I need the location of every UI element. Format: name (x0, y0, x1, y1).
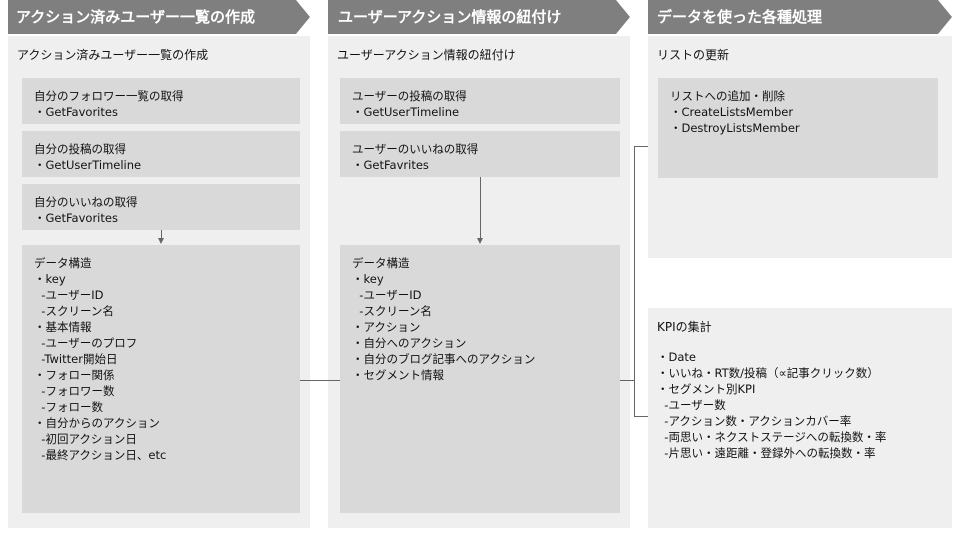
data-line: ・アクション (352, 320, 421, 334)
connector-to-kpi (634, 416, 648, 417)
data-line: ・key (352, 272, 384, 286)
connector-bracket (634, 146, 635, 416)
header-label-2: ユーザーアクション情報の紐付け (338, 8, 562, 26)
kpi-line: -ユーザー数 (657, 398, 726, 412)
list-panel-title: リストの更新 (657, 48, 730, 62)
kpi-line: ・Date (657, 350, 696, 364)
box-title: 自分のフォロワー一覧の取得 (34, 89, 184, 103)
box-user-likes: ユーザーのいいねの取得 ・GetFavrites (340, 131, 620, 177)
data-line: -ユーザーID (352, 288, 422, 302)
kpi-line: ・セグメント別KPI (657, 382, 756, 396)
data-line: ・フォロー関係 (34, 368, 115, 382)
column-1-title: アクション済みユーザー一覧の作成 (17, 48, 209, 62)
kpi-list: ・Date ・いいね・RT数/投稿（∝記事クリック数） ・セグメント別KPI -… (657, 349, 886, 461)
data-line: -スクリーン名 (34, 304, 114, 318)
box-title: データ構造 (352, 256, 410, 270)
box-title: 自分のいいねの取得 (34, 195, 138, 209)
box-title: ユーザーのいいねの取得 (352, 142, 479, 156)
data-line: -フォロー数 (34, 400, 103, 414)
arrow-col1-line (161, 230, 162, 238)
data-line: ・自分へのアクション (352, 336, 467, 350)
data-line: -Twitter開始日 (34, 352, 118, 366)
header-label-3: データを使った各種処理 (657, 8, 823, 26)
data-line: -ユーザーのプロフ (34, 336, 138, 350)
data-line: -フォロワー数 (34, 384, 115, 398)
box-own-posts: 自分の投稿の取得 ・GetUserTimeline (22, 131, 300, 177)
box-own-likes: 自分のいいねの取得 ・GetFavorites (22, 184, 300, 230)
kpi-panel-title: KPIの集計 (657, 320, 712, 334)
api-name: ・GetFavorites (34, 105, 118, 119)
header-label-1: アクション済みユーザー一覧の作成 (16, 8, 255, 26)
box-list-add-remove: リストへの追加・削除 ・CreateListsMember ・DestroyLi… (658, 78, 938, 178)
kpi-line: -両思い・ネクストステージへの転換数・率 (657, 430, 887, 444)
column-2-title: ユーザーアクション情報の紐付け (337, 48, 516, 62)
data-line: -最終アクション日、etc (34, 448, 167, 462)
box-title: 自分の投稿の取得 (34, 142, 126, 156)
arrow-col2-head (477, 238, 483, 244)
data-line: ・基本情報 (34, 320, 92, 334)
box-title: リストへの追加・削除 (670, 89, 785, 103)
data-line: ・自分からのアクション (34, 416, 160, 430)
api-name: ・GetUserTimeline (352, 105, 460, 119)
kpi-line: -片思い・遠距離・登録外への転換数・率 (657, 446, 876, 460)
data-line: ・セグメント情報 (352, 368, 444, 382)
box-title: ユーザーの投稿の取得 (352, 89, 467, 103)
box-user-posts: ユーザーの投稿の取得 ・GetUserTimeline (340, 78, 620, 124)
api-name: ・GetFavrites (352, 158, 429, 172)
data-line: -ユーザーID (34, 288, 104, 302)
api-name: ・GetUserTimeline (34, 158, 142, 172)
connector-col2-out (620, 380, 634, 381)
kpi-line: -アクション数・アクションカバー率 (657, 414, 852, 428)
data-line: -初回アクション日 (34, 432, 137, 446)
box-data-structure-1: データ構造 ・key -ユーザーID -スクリーン名 ・基本情報 -ユーザーのプ… (22, 245, 300, 513)
kpi-line: ・いいね・RT数/投稿（∝記事クリック数） (657, 366, 879, 380)
api-name: ・CreateListsMember (670, 105, 794, 119)
box-title: データ構造 (34, 256, 92, 270)
box-follower-list: 自分のフォロワー一覧の取得 ・GetFavorites (22, 78, 300, 124)
data-line: -スクリーン名 (352, 304, 432, 318)
data-line: ・key (34, 272, 66, 286)
box-data-structure-2: データ構造 ・key -ユーザーID -スクリーン名 ・アクション ・自分へのア… (340, 245, 620, 513)
api-name: ・GetFavorites (34, 211, 118, 225)
connector-to-list (634, 146, 648, 147)
api-name: ・DestroyListsMember (670, 121, 800, 135)
arrow-col1-head (158, 238, 164, 244)
arrow-col2-line (480, 177, 481, 238)
data-line: ・自分のブログ記事へのアクション (352, 352, 536, 366)
connector-col1-col2 (300, 380, 340, 381)
